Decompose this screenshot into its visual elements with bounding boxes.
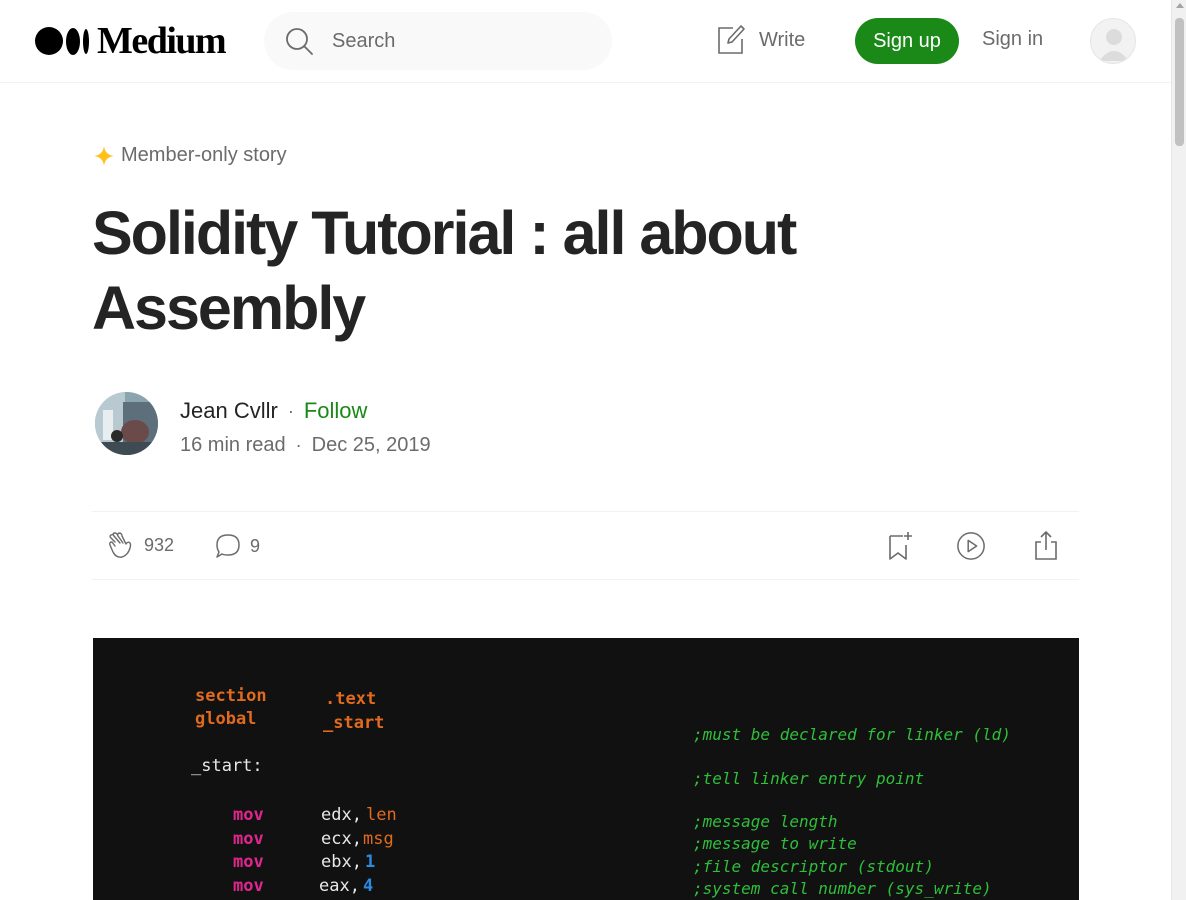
code-opcode: mov (233, 852, 264, 872)
article-action-bar: 932 9 (92, 511, 1079, 580)
search-input[interactable] (332, 29, 572, 53)
clap-button[interactable]: 932 (106, 530, 174, 560)
share-icon[interactable] (1031, 530, 1061, 562)
code-argument: .text (325, 689, 377, 709)
code-keyword: section (195, 686, 267, 706)
author-photo (95, 392, 158, 455)
code-register: ebx, (321, 852, 362, 872)
code-value: len (366, 805, 397, 825)
separator-dot: · (295, 435, 302, 455)
read-time: 16 min read (180, 434, 286, 456)
separator-dot: · (287, 400, 294, 421)
article-meta: 16 min read · Dec 25, 2019 (180, 434, 431, 457)
scrollbar-thumb[interactable] (1175, 18, 1184, 146)
author-avatar[interactable] (95, 392, 158, 455)
code-register: ecx, (321, 829, 362, 849)
sign-in-link[interactable]: Sign in (982, 28, 1043, 51)
code-comment: ;must be declared for linker (ld) (693, 725, 1011, 744)
responses-button[interactable]: 9 (214, 532, 260, 560)
user-avatar[interactable] (1090, 18, 1136, 64)
top-navigation-bar: Medium Write Sign up Sign in (0, 0, 1171, 83)
sign-up-button[interactable]: Sign up (855, 18, 959, 64)
medium-logo[interactable]: Medium (35, 20, 227, 62)
code-comment: ;message to write (693, 834, 857, 853)
code-comment: ;tell linker entry point (693, 769, 925, 788)
article-hero-image: section .text global _start ;must be dec… (93, 638, 1079, 900)
code-label: _start: (191, 756, 263, 776)
publish-date: Dec 25, 2019 (311, 434, 431, 456)
search-bar[interactable] (264, 12, 612, 70)
default-avatar-icon (1099, 29, 1129, 61)
star-icon (94, 145, 114, 166)
code-opcode: mov (233, 829, 264, 849)
response-count: 9 (250, 535, 261, 556)
logo-text: Medium (97, 20, 227, 62)
author-name[interactable]: Jean Cvllr (180, 398, 278, 424)
code-comment: ;file descriptor (stdout) (693, 857, 934, 876)
clap-count: 932 (144, 534, 175, 555)
code-opcode: mov (233, 876, 264, 896)
author-row: Jean Cvllr · Follow (180, 398, 367, 424)
code-argument: _start (323, 713, 385, 733)
code-value: 4 (363, 876, 374, 896)
member-only-badge: Member-only story (93, 144, 287, 167)
medium-logo-mark (35, 27, 89, 55)
page-scrollbar[interactable] (1171, 0, 1186, 900)
code-register: edx, (321, 805, 362, 825)
code-comment: ;message length (693, 812, 838, 831)
follow-button[interactable]: Follow (304, 398, 368, 424)
code-register: eax, (319, 876, 360, 896)
write-button[interactable]: Write (716, 24, 805, 56)
code-value: 1 (365, 852, 376, 872)
response-icon (216, 534, 240, 558)
article-title: Solidity Tutorial : all about Assembly (92, 199, 797, 342)
write-label: Write (759, 28, 806, 51)
write-icon (718, 25, 745, 54)
search-icon (286, 28, 313, 55)
scroll-up-arrow-icon[interactable] (1176, 3, 1184, 8)
clap-icon (109, 532, 132, 558)
code-value: msg (363, 829, 394, 849)
member-badge-label: Member-only story (121, 144, 287, 166)
play-icon[interactable] (956, 530, 986, 562)
code-comment: ;system call number (sys_write) (693, 879, 992, 898)
code-opcode: mov (233, 805, 264, 825)
bookmark-icon[interactable] (886, 530, 916, 562)
code-keyword: global (195, 709, 257, 729)
